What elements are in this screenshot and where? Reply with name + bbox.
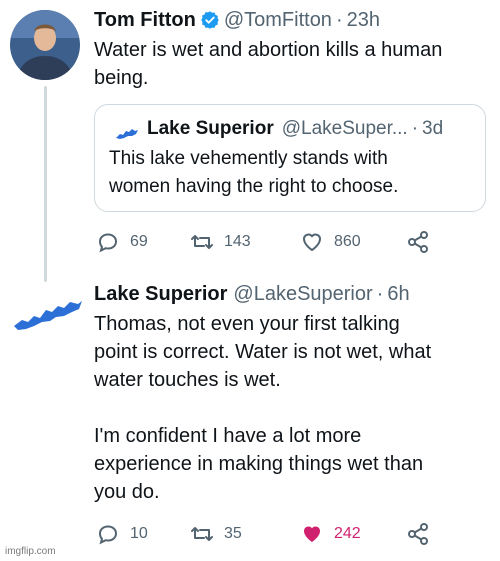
author-name[interactable]: Tom Fitton [94, 6, 196, 34]
quoted-tweet[interactable]: Lake Superior @LakeSuper... · 3d This la… [94, 104, 486, 212]
retweet-count: 35 [224, 525, 242, 542]
watermark: imgflip.com [5, 546, 56, 557]
retweet-icon [191, 527, 213, 541]
reply-icon [98, 525, 118, 545]
reply-button[interactable]: 10 [96, 522, 148, 546]
share-icon [408, 523, 428, 545]
tweet-text: Thomas, not even your first talking poin… [94, 313, 432, 503]
like-count: 860 [334, 233, 361, 250]
heart-icon [303, 233, 321, 251]
reply-button[interactable]: 69 [96, 230, 148, 254]
retweet-button[interactable]: 35 [190, 522, 242, 546]
separator: · [411, 118, 419, 139]
tweet-time[interactable]: 6h [387, 280, 409, 308]
author-name[interactable]: Lake Superior [94, 280, 227, 308]
heart-filled-icon [304, 526, 320, 542]
avatar-lake-superior[interactable] [12, 298, 84, 332]
retweet-count: 143 [224, 233, 251, 250]
share-icon [408, 231, 428, 253]
quote-author-name[interactable]: Lake Superior [147, 115, 274, 143]
reply-icon [98, 233, 118, 253]
separator: · [376, 283, 384, 305]
thread-line [44, 86, 47, 282]
tweet-actions: 10 35 242 [96, 522, 436, 550]
author-handle[interactable]: @TomFitton [224, 6, 332, 34]
share-button[interactable] [406, 230, 440, 254]
quote-text: This lake vehemently stands with women h… [109, 148, 399, 197]
separator: · [335, 9, 343, 31]
retweet-icon [191, 235, 213, 249]
like-count: 242 [334, 525, 361, 542]
author-handle[interactable]: @LakeSuperior [233, 280, 372, 308]
tweet-actions: 69 143 860 [96, 230, 436, 258]
share-button[interactable] [406, 522, 440, 546]
verified-badge-icon [200, 10, 220, 30]
avatar-tom-fitton[interactable] [10, 10, 80, 80]
like-button[interactable]: 860 [300, 230, 361, 254]
quote-time[interactable]: 3d [422, 115, 443, 143]
tweet-time[interactable]: 23h [347, 6, 380, 34]
lake-logo-icon [115, 122, 139, 139]
like-button[interactable]: 242 [300, 522, 361, 546]
quote-author-handle[interactable]: @LakeSuper... [282, 115, 408, 143]
reply-count: 69 [130, 233, 148, 250]
retweet-button[interactable]: 143 [190, 230, 251, 254]
reply-count: 10 [130, 525, 148, 542]
tweet-text: Water is wet and abortion kills a human … [94, 39, 443, 89]
